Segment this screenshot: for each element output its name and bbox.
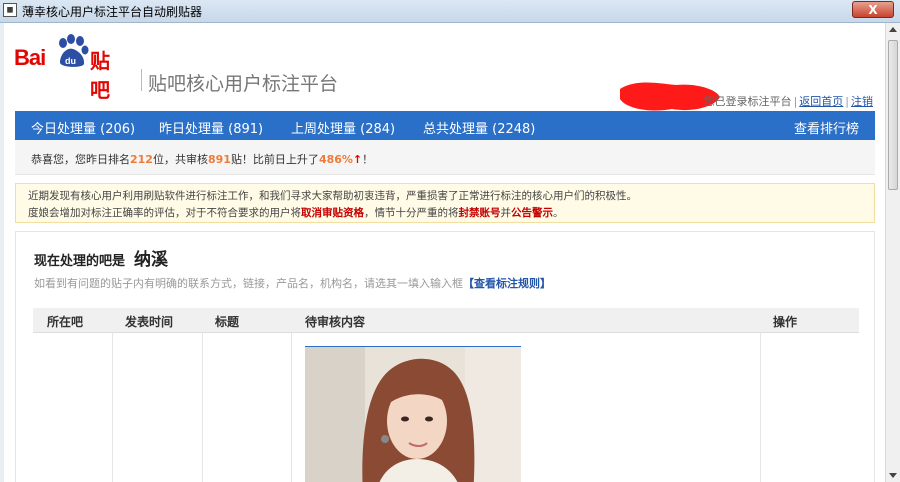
th-title: 标题 <box>215 315 240 329</box>
congrats-suffix: ！ <box>362 153 374 166</box>
svg-text:du: du <box>65 56 76 66</box>
th-action: 操作 <box>773 315 798 329</box>
congrats-mid1: 位，共审核 <box>152 153 208 166</box>
col-divider <box>202 333 203 482</box>
scroll-up-arrow-icon[interactable] <box>889 27 897 32</box>
congrats-text: 恭喜您，您昨日排名212位，共审核891贴！比前日上升了486%↑！ <box>31 151 373 167</box>
window-title: 薄幸核心用户标注平台自动刷贴器 <box>22 5 203 19</box>
nav-last-week-count[interactable]: 上周处理量 (284) <box>291 118 395 137</box>
rank-value: 212 <box>130 153 153 166</box>
logo-bai-text: Bai <box>14 45 46 70</box>
congrats-bar: 恭喜您，您昨日排名212位，共审核891贴！比前日上升了486%↑！ <box>15 140 875 175</box>
col-divider <box>291 333 292 482</box>
notice-line2-b: ，情节十分严重的将 <box>364 207 459 219</box>
col-divider <box>112 333 113 482</box>
nav-yesterday-count[interactable]: 昨日处理量 (891) <box>159 118 263 137</box>
rise-percent-value: 486% <box>318 153 353 166</box>
back-home-link[interactable]: 返回首页 <box>799 95 843 108</box>
th-bar: 所在吧 <box>47 315 84 329</box>
app-icon: ▦ <box>3 3 17 17</box>
stats-nav-bar: 今日处理量 (206) 昨日处理量 (891) 上周处理量 (284) 总共处理… <box>15 111 875 140</box>
congrats-prefix: 恭喜您，您昨日排名 <box>31 153 130 166</box>
logged-in-text: 您已登录标注平台 <box>703 95 792 108</box>
col-divider <box>760 333 761 482</box>
up-arrow-icon: ↑ <box>352 153 363 166</box>
nav-total-count[interactable]: 总共处理量 (2248) <box>423 118 535 137</box>
review-panel: 现在处理的吧是 纳溪 如看到有问题的贴子内有明确的联系方式，链接，产品名，机构名… <box>15 231 875 482</box>
warning-notice: 近期发现有核心用户利用刷贴软件进行标注工作，和我们寻求大家帮助初衷违背，严重损害… <box>15 183 875 223</box>
vertical-scrollbar[interactable] <box>885 23 900 482</box>
current-bar-name: 纳溪 <box>134 250 168 270</box>
header-divider <box>141 69 142 91</box>
review-table-header: 所在吧 发表时间 标题 待审核内容 操作 <box>33 308 859 333</box>
hint-text: 如看到有问题的贴子内有明确的联系方式，链接，产品名，机构名，请选其一填入输入框【… <box>34 275 551 291</box>
logout-link[interactable]: 注销 <box>851 95 873 108</box>
hint-body: 如看到有问题的贴子内有明确的联系方式，链接，产品名，机构名，请选其一填入输入框 <box>34 277 463 290</box>
th-post-time: 发表时间 <box>125 315 174 329</box>
current-bar-label: 现在处理的吧是 <box>34 254 126 269</box>
notice-line2-d: 。 <box>553 207 564 219</box>
notice-line2-a: 度娘会增加对标注正确率的评估，对于不符合要求的用户将 <box>28 207 301 219</box>
notice-line-1: 近期发现有核心用户利用刷贴软件进行标注工作，和我们寻求大家帮助初衷违背，严重损害… <box>28 190 637 202</box>
notice-cancel-qualification: 取消审贴资格 <box>301 207 364 219</box>
congrats-mid2: 贴！比前日上升了 <box>230 153 319 166</box>
view-rules-link[interactable]: 【查看标注规则】 <box>463 277 551 290</box>
close-button[interactable]: X <box>852 1 894 18</box>
notice-line-2: 度娘会增加对标注正确率的评估，对于不符合要求的用户将取消审贴资格，情节十分严重的… <box>28 205 564 220</box>
window-titlebar: ▦ 薄幸核心用户标注平台自动刷贴器 X <box>0 0 900 23</box>
notice-ban-account: 封禁账号 <box>458 207 501 219</box>
baidu-paw-icon: du <box>59 34 89 67</box>
platform-title: 贴吧核心用户标注平台 <box>148 73 339 95</box>
pending-content-image[interactable] <box>305 346 521 482</box>
logo-tieba-text: 贴吧 <box>90 49 110 102</box>
scroll-down-arrow-icon[interactable] <box>889 473 897 478</box>
user-bar: 您已登录标注平台 | 返回首页 | 注销 <box>703 95 873 108</box>
notice-public-warning: 公告警示 <box>511 207 553 219</box>
notice-line2-c: 并 <box>500 207 512 219</box>
th-pending-content: 待审核内容 <box>305 315 366 329</box>
review-count-value: 891 <box>207 153 231 166</box>
scrollbar-thumb[interactable] <box>888 40 898 190</box>
browser-page: Bai du 贴吧 贴吧核心用户标注平台 您已登录标注平台 | 返回首页 | 注销 今日… <box>4 23 885 482</box>
view-ranking-link[interactable]: 查看排行榜 <box>794 118 859 137</box>
nav-today-count[interactable]: 今日处理量 (206) <box>31 118 135 137</box>
